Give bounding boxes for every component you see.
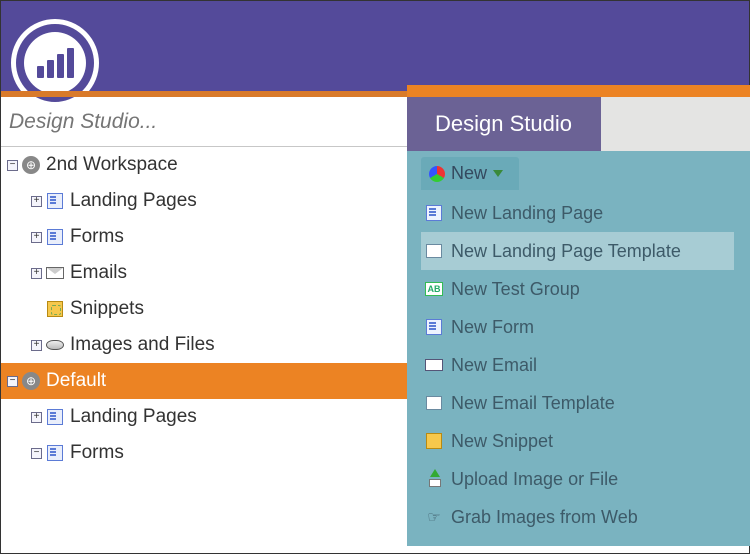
- menu-item-label: Grab Images from Web: [451, 507, 638, 528]
- expand-icon[interactable]: +: [31, 268, 42, 279]
- form-icon: [47, 229, 63, 245]
- new-dropdown-button[interactable]: New: [421, 157, 519, 190]
- expand-icon[interactable]: +: [31, 412, 42, 423]
- tree-label: 2nd Workspace: [46, 154, 178, 176]
- globe-icon: ⊕: [22, 372, 40, 390]
- collapse-icon[interactable]: −: [7, 376, 18, 387]
- menu-item-new-snippet[interactable]: New Snippet: [421, 422, 734, 460]
- tree-label: Forms: [70, 226, 124, 248]
- mail-icon: [46, 267, 64, 279]
- new-icon: [429, 166, 445, 182]
- menu-title: Design Studio: [435, 111, 572, 136]
- snippet-icon: [47, 301, 63, 317]
- menu-item-label: New Test Group: [451, 279, 580, 300]
- menu-title-bar: Design Studio: [407, 97, 750, 151]
- menu-item-label: New Snippet: [451, 431, 553, 452]
- globe-icon: ⊕: [22, 156, 40, 174]
- tree-label: Forms: [70, 442, 124, 464]
- grab-icon: ☞: [425, 508, 443, 526]
- tree-label: Images and Files: [70, 334, 215, 356]
- bar-chart-icon: [37, 48, 74, 78]
- menu-item-label: New Email Template: [451, 393, 615, 414]
- menu-item-new-email[interactable]: New Email: [421, 346, 734, 384]
- template-icon: [426, 396, 442, 410]
- menu-item-label: New Email: [451, 355, 537, 376]
- expand-icon[interactable]: +: [31, 196, 42, 207]
- app-header: [1, 1, 749, 91]
- tree-label: Landing Pages: [70, 190, 197, 212]
- menu-item-label: New Landing Page Template: [451, 241, 681, 262]
- menu-item-new-email-template[interactable]: New Email Template: [421, 384, 734, 422]
- tree-label: Landing Pages: [70, 406, 197, 428]
- menu-item-new-form[interactable]: New Form: [421, 308, 734, 346]
- ab-test-icon: AB: [425, 282, 443, 296]
- expand-icon[interactable]: +: [31, 340, 42, 351]
- menu-item-upload-image[interactable]: Upload Image or File: [421, 460, 734, 498]
- menu-item-new-landing-template[interactable]: New Landing Page Template: [421, 232, 734, 270]
- spacer: [31, 304, 42, 315]
- collapse-icon[interactable]: −: [7, 160, 18, 171]
- form-icon: [426, 319, 442, 335]
- collapse-icon[interactable]: −: [31, 448, 42, 459]
- mail-icon: [425, 359, 443, 371]
- menu-item-new-test-group[interactable]: AB New Test Group: [421, 270, 734, 308]
- page-icon: [426, 205, 442, 221]
- menu-item-grab-images[interactable]: ☞ Grab Images from Web: [421, 498, 734, 536]
- new-menu-panel: Design Studio New New Landing Page New L…: [407, 85, 750, 546]
- menu-item-new-landing-page[interactable]: New Landing Page: [421, 194, 734, 232]
- new-menu-list: New Landing Page New Landing Page Templa…: [421, 194, 734, 536]
- form-icon: [47, 445, 63, 461]
- menu-item-label: Upload Image or File: [451, 469, 618, 490]
- upload-icon: [426, 471, 442, 487]
- tree-label: Default: [46, 370, 106, 392]
- chevron-down-icon: [493, 170, 503, 177]
- page-icon: [47, 409, 63, 425]
- accent-strip: [407, 85, 750, 97]
- tree-label: Emails: [70, 262, 127, 284]
- template-icon: [426, 244, 442, 258]
- tree-label: Snippets: [70, 298, 144, 320]
- menu-item-label: New Form: [451, 317, 534, 338]
- logo-inner: [24, 32, 86, 94]
- disk-icon: [46, 340, 64, 350]
- new-label: New: [451, 163, 487, 184]
- expand-icon[interactable]: +: [31, 232, 42, 243]
- menu-item-label: New Landing Page: [451, 203, 603, 224]
- snippet-icon: [426, 433, 442, 449]
- page-icon: [47, 193, 63, 209]
